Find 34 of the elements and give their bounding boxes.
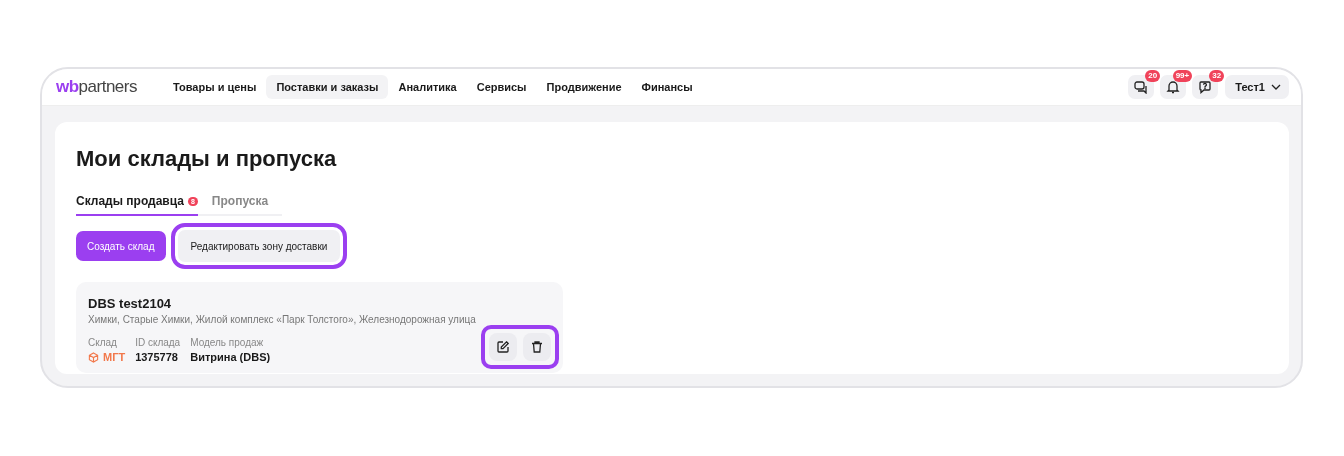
bell-icon [1166, 80, 1181, 94]
nav-item[interactable]: Поставки и заказы [266, 75, 389, 99]
field-value: МГТ [88, 351, 126, 363]
nav-item[interactable]: Финансы [631, 75, 703, 99]
nav-item[interactable]: Товары и цены [163, 75, 267, 99]
count-badge: 99+ [1172, 70, 1193, 82]
delete-button[interactable] [523, 333, 551, 361]
header-icon-button[interactable] [1160, 75, 1187, 99]
field-label: Модель продаж [190, 337, 265, 348]
field-label: Склад [88, 337, 118, 348]
chevron-icon [1271, 84, 1281, 90]
header-icon-button[interactable] [1128, 75, 1155, 99]
user-menu[interactable]: Тест1 [1225, 75, 1289, 99]
field-label: ID склада [135, 337, 181, 348]
edit-icon [496, 340, 510, 354]
count-badge: 20 [1145, 70, 1161, 82]
header-icon-button[interactable] [1192, 75, 1219, 99]
question-icon [1198, 80, 1213, 94]
box-icon [88, 351, 99, 363]
field-value: Витрина (DBS) [190, 351, 271, 363]
nav-item[interactable]: Продвижение [536, 75, 632, 99]
logo[interactable]: wbpartners [56, 77, 137, 97]
tab[interactable]: Пропуска [211, 194, 269, 216]
create-button[interactable]: Создать склад [76, 231, 166, 261]
nav-item[interactable]: Сервисы [466, 75, 537, 99]
count-badge: 32 [1209, 70, 1225, 82]
nav-item[interactable]: Аналитика [388, 75, 467, 99]
page-title: Мои склады и пропуска [76, 146, 337, 172]
warehouse-name: DBS test2104 [88, 296, 172, 311]
warehouse-address: Химки, Старые Химки, Жилой комплекс «Парк Толстого», Железнодорожная улица [88, 314, 477, 325]
edit-button[interactable] [489, 333, 517, 361]
trash-icon [530, 340, 544, 354]
field-value: 1375778 [135, 351, 179, 363]
chat-icon [1134, 80, 1149, 94]
